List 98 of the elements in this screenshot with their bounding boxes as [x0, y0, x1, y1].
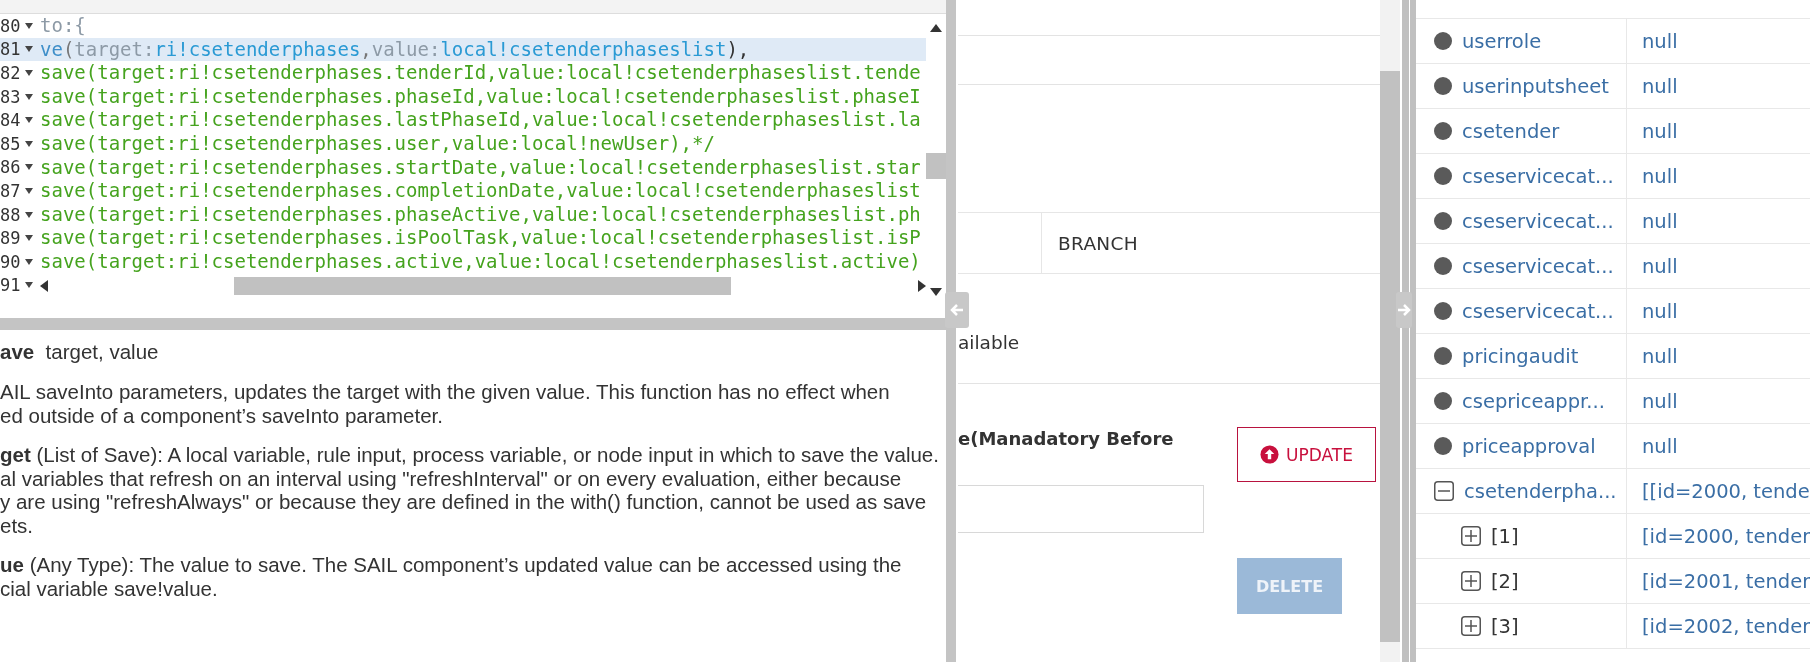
variable-value: null: [1641, 208, 1678, 235]
code-line: save(target:ri!csetenderphases.isPoolTask,value:local!csetenderphaseslist.isP: [40, 226, 921, 249]
line-number: 90: [0, 251, 21, 272]
expand-icon[interactable]: [1461, 526, 1481, 546]
line-number: 84: [0, 110, 21, 131]
line-number: 82: [0, 63, 21, 83]
collapse-icon[interactable]: [1434, 481, 1454, 501]
variable-value: [[id=2000, tende: [1641, 478, 1810, 505]
expand-icon[interactable]: [1461, 616, 1481, 636]
scroll-up-icon[interactable]: [930, 24, 942, 32]
variable-value: null: [1641, 388, 1678, 415]
variable-value: [id=2001, tender: [1641, 568, 1810, 595]
fold-icon[interactable]: [25, 211, 34, 218]
code-line: save(target:ri!csetenderphases.phaseId,value:local!csetenderphaseslist.phaseI: [40, 84, 921, 107]
scroll-thumb[interactable]: [926, 153, 946, 179]
arrow-right-icon: [1397, 303, 1411, 317]
code-line: save(target:ri!csetenderphases.phaseActive,value:local!csetenderphaseslist.ph: [40, 202, 921, 225]
dot-icon: [1434, 212, 1452, 230]
dot-icon: [1434, 392, 1452, 410]
variable-name: csetenderpha...: [1464, 479, 1617, 503]
function-signature: ave target, value: [0, 340, 160, 364]
upload-icon: [1260, 445, 1280, 464]
code-line: to:{: [40, 14, 86, 36]
arrow-left-icon: [950, 303, 964, 317]
variable-value: null: [1641, 163, 1678, 190]
input-field[interactable]: [958, 485, 1204, 533]
description-paragraph: get (List of Save): A local variable, rule input, process variable, or node input in which to save the value. al variables that refresh on an interval using "refreshInterval" or on every evaluation, either because y are using "refreshAlways" or because they are defined in the with() function, cannot be used as save ets.: [0, 443, 940, 537]
dot-icon: [1434, 437, 1452, 455]
scrollbar[interactable]: [40, 274, 926, 297]
variable-value: [id=2002, tender: [1641, 613, 1810, 640]
dot-icon: [1434, 302, 1452, 320]
fold-icon[interactable]: [25, 93, 34, 100]
fold-icon[interactable]: [25, 22, 34, 29]
fold-icon[interactable]: [25, 70, 34, 76]
field-label: e(Manadatory Before: [958, 428, 1175, 449]
line-number: 86: [0, 157, 21, 178]
variable-name: cseservicecat...: [1462, 209, 1614, 233]
code-line: save(target:ri!csetenderphases.tenderId,value:local!csetenderphaseslist.tende: [40, 61, 921, 84]
dot-icon: [1434, 77, 1452, 95]
dot-icon: [1434, 167, 1452, 185]
scrollbar[interactable]: [1380, 0, 1400, 662]
expand-panel-handle[interactable]: [1396, 292, 1412, 328]
fold-icon[interactable]: [25, 164, 34, 171]
fold-icon[interactable]: [25, 187, 34, 194]
variable-value: null: [1641, 118, 1678, 145]
variable-name: cseservicecat...: [1462, 299, 1614, 323]
line-number: 89: [0, 228, 21, 249]
collapse-panel-handle[interactable]: [945, 292, 969, 328]
availability-text: ailable: [958, 332, 1021, 355]
variable-value: null: [1641, 73, 1678, 100]
fold-icon[interactable]: [25, 117, 34, 124]
dot-icon: [1434, 32, 1452, 50]
line-number: 85: [0, 133, 21, 154]
variable-name: userrole: [1462, 29, 1542, 53]
description-paragraph: ue (Any Type): The value to save. The SAIL component’s updated value can be accessed using the cial variable save!value.: [0, 553, 903, 600]
variable-name: priceapproval: [1462, 434, 1596, 458]
fold-icon[interactable]: [25, 282, 34, 289]
code-line: save(target:ri!csetenderphases.user,value:local!newUser),*/: [40, 131, 715, 154]
variable-name: csepriceappr...: [1462, 389, 1605, 413]
variable-name: [3]: [1491, 614, 1519, 638]
scroll-right-icon[interactable]: [918, 279, 926, 292]
fold-icon[interactable]: [25, 235, 34, 242]
line-number: 88: [0, 204, 21, 225]
line-number: 80: [0, 15, 21, 36]
variable-name: [2]: [1491, 569, 1519, 593]
dot-icon: [1434, 122, 1452, 140]
variable-value: null: [1641, 433, 1678, 460]
update-button[interactable]: UPDATE: [1237, 427, 1376, 482]
expand-icon[interactable]: [1461, 571, 1481, 591]
line-number: 81: [0, 39, 21, 60]
line-number: 83: [0, 86, 21, 107]
code-line: save(target:ri!csetenderphases.active,value:local!csetenderphaseslist.active): [40, 249, 921, 272]
variable-value: [id=2000, tender: [1641, 523, 1810, 550]
code-line: save(target:ri!csetenderphases.startDate,value:local!csetenderphaseslist.star: [40, 155, 921, 178]
fold-icon[interactable]: [25, 140, 34, 147]
line-number: 87: [0, 180, 21, 201]
variable-value: null: [1641, 343, 1678, 370]
line-number: 91: [0, 275, 21, 296]
code-line: save(target:ri!csetenderphases.completionDate,value:local!csetenderphaseslist: [40, 179, 921, 202]
description-paragraph: AIL saveInto parameters, updates the target with the given value. This function has no effect when ed outside of a component’s saveInto parameter.: [0, 380, 891, 427]
variable-name: pricingaudit: [1462, 344, 1579, 368]
scroll-down-icon[interactable]: [930, 288, 942, 296]
dot-icon: [1434, 347, 1452, 365]
variable-name: cseservicecat...: [1462, 164, 1614, 188]
variable-value: null: [1641, 298, 1678, 325]
table-cell-text: BRANCH: [1057, 231, 1138, 256]
code-line: ve(target:ri!csetenderphases,value:local!csetenderphaseslist),: [40, 37, 750, 60]
scroll-left-icon[interactable]: [40, 279, 48, 292]
variable-value: null: [1641, 253, 1678, 280]
dot-icon: [1434, 257, 1452, 275]
fold-icon[interactable]: [25, 46, 34, 53]
code-line: save(target:ri!csetenderphases.lastPhaseId,value:local!csetenderphaseslist.la: [40, 108, 921, 131]
fold-icon[interactable]: [25, 258, 34, 265]
variable-name: [1]: [1491, 524, 1519, 548]
variable-value: null: [1641, 28, 1678, 55]
variable-name: cseservicecat...: [1462, 254, 1614, 278]
variable-name: userinputsheet: [1462, 74, 1609, 98]
variable-name: csetender: [1462, 119, 1560, 143]
